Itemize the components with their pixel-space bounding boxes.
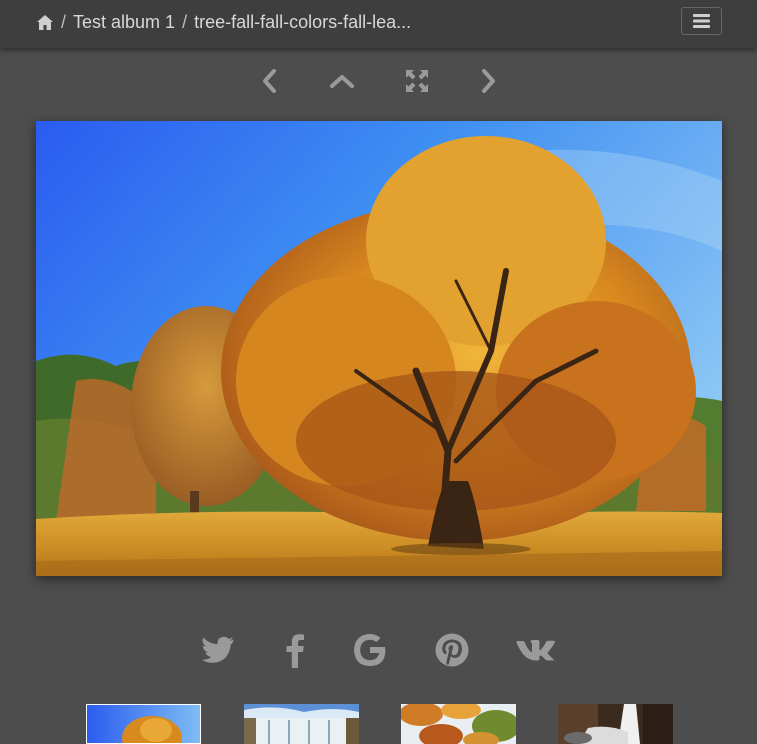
autumn-leaves-thumb[interactable] xyxy=(401,704,516,744)
vk-share-button[interactable] xyxy=(516,630,556,670)
autumn-tree-thumb[interactable] xyxy=(86,704,201,744)
breadcrumb-separator: / xyxy=(182,11,188,32)
chevron-right-icon xyxy=(482,69,495,93)
breadcrumb-separator: / xyxy=(61,11,67,32)
twitter-share-button[interactable] xyxy=(198,630,238,670)
menu-toggle-button[interactable] xyxy=(681,7,722,35)
google-icon xyxy=(354,634,386,666)
forest-stream-thumb[interactable] xyxy=(558,704,673,744)
breadcrumb: / Test album 1 / tree-fall-fall-colors-f… xyxy=(36,10,411,34)
breadcrumb-current-image: tree-fall-fall-colors-fall-lea... xyxy=(194,11,412,32)
chevron-up-icon xyxy=(330,75,354,88)
next-image-button[interactable] xyxy=(471,64,505,98)
twitter-icon xyxy=(201,636,234,663)
top-navbar: / Test album 1 / tree-fall-fall-colors-f… xyxy=(0,0,757,48)
image-navigation xyxy=(0,64,757,98)
waterfall-thumb[interactable] xyxy=(244,704,359,744)
facebook-share-button[interactable] xyxy=(275,630,315,670)
chevron-left-icon xyxy=(263,69,276,93)
expand-icon xyxy=(406,70,428,92)
breadcrumb-album-link[interactable]: Test album 1 xyxy=(73,12,175,33)
google-share-button[interactable] xyxy=(350,630,390,670)
previous-image-button[interactable] xyxy=(253,64,287,98)
share-buttons xyxy=(0,630,757,670)
back-to-album-button[interactable] xyxy=(325,64,359,98)
vk-icon xyxy=(516,640,555,661)
hamburger-menu-icon xyxy=(693,14,710,28)
home-icon[interactable] xyxy=(36,14,54,31)
pinterest-icon xyxy=(435,633,469,667)
autumn-tree-photo[interactable] xyxy=(36,121,722,576)
pinterest-share-button[interactable] xyxy=(432,630,472,670)
thumbnail-strip xyxy=(0,704,757,744)
fullscreen-button[interactable] xyxy=(400,64,434,98)
facebook-icon xyxy=(286,634,304,668)
